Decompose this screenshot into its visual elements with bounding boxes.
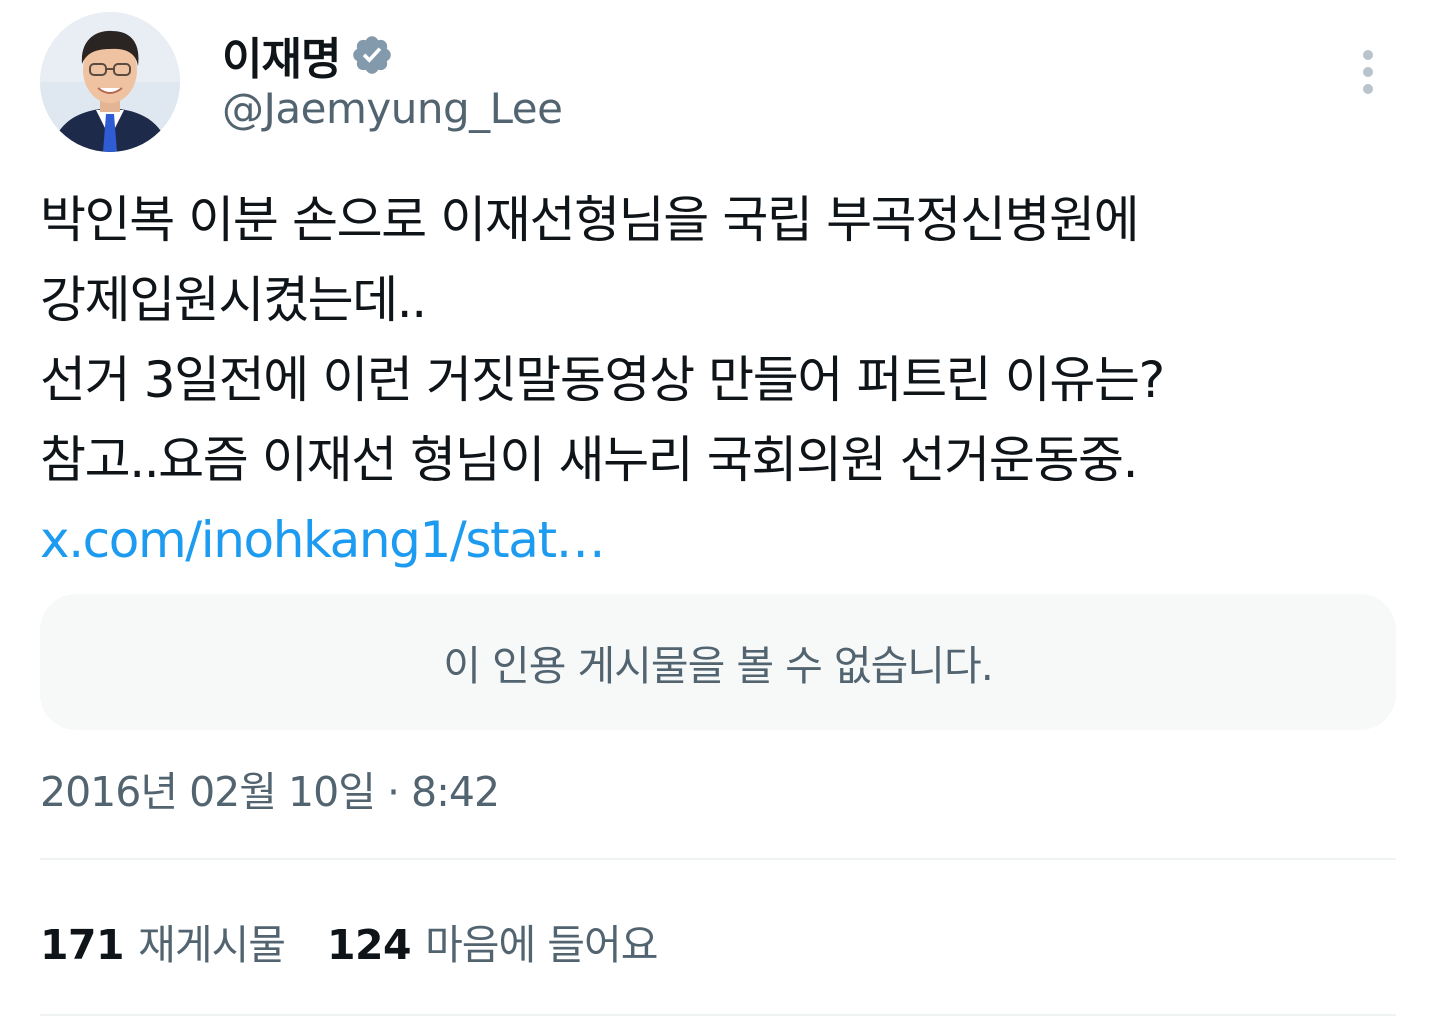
reposts-label: 재게시물 [138,921,286,969]
divider [40,1014,1396,1016]
likes-count: 124 [326,921,412,969]
avatar[interactable] [40,12,180,152]
avatar-photo [40,12,180,152]
tweet-text-line: 선거 3일전에 이런 거짓말동영상 만들어 퍼트린 이유는? [40,351,1165,409]
likes-stat[interactable]: 124 마음에 들어요 [326,911,658,971]
more-vertical-icon [1363,50,1373,94]
tweet-text-line: 강제입원시켰는데.. [40,271,427,329]
reposts-stat[interactable]: 171 재게시물 [40,911,286,971]
divider [40,858,1396,860]
tweet-link[interactable]: x.com/inohkang1/stat… [40,511,606,569]
quote-unavailable-text: 이 인용 게시물을 볼 수 없습니다. [443,642,994,690]
tweet-text: 박인복 이분 손으로 이재선형님을 국립 부곡정신병원에 강제입원시켰는데.. … [40,180,1400,580]
author-handle[interactable]: @Jaemyung_Lee [222,84,563,133]
post-timestamp[interactable]: 2016년 02월 10일 · 8:42 [40,758,500,818]
quoted-post-unavailable: 이 인용 게시물을 볼 수 없습니다. [40,594,1396,730]
tweet-header: 이재명 @Jaemyung_Lee [40,12,1398,152]
reposts-count: 171 [40,921,125,969]
likes-label: 마음에 들어요 [425,921,658,969]
tweet-text-line: 참고..요즘 이재선 형님이 새누리 국회의원 선거운동중. [40,431,1139,489]
author-display-name[interactable]: 이재명 [222,23,341,87]
verified-badge-icon [350,33,394,77]
tweet-text-line: 박인복 이분 손으로 이재선형님을 국립 부곡정신병원에 [40,191,1140,249]
author-name-row[interactable]: 이재명 [222,23,394,87]
engagement-stats: 171 재게시물 124 마음에 들어요 [40,906,699,976]
more-options-button[interactable] [1338,42,1398,102]
